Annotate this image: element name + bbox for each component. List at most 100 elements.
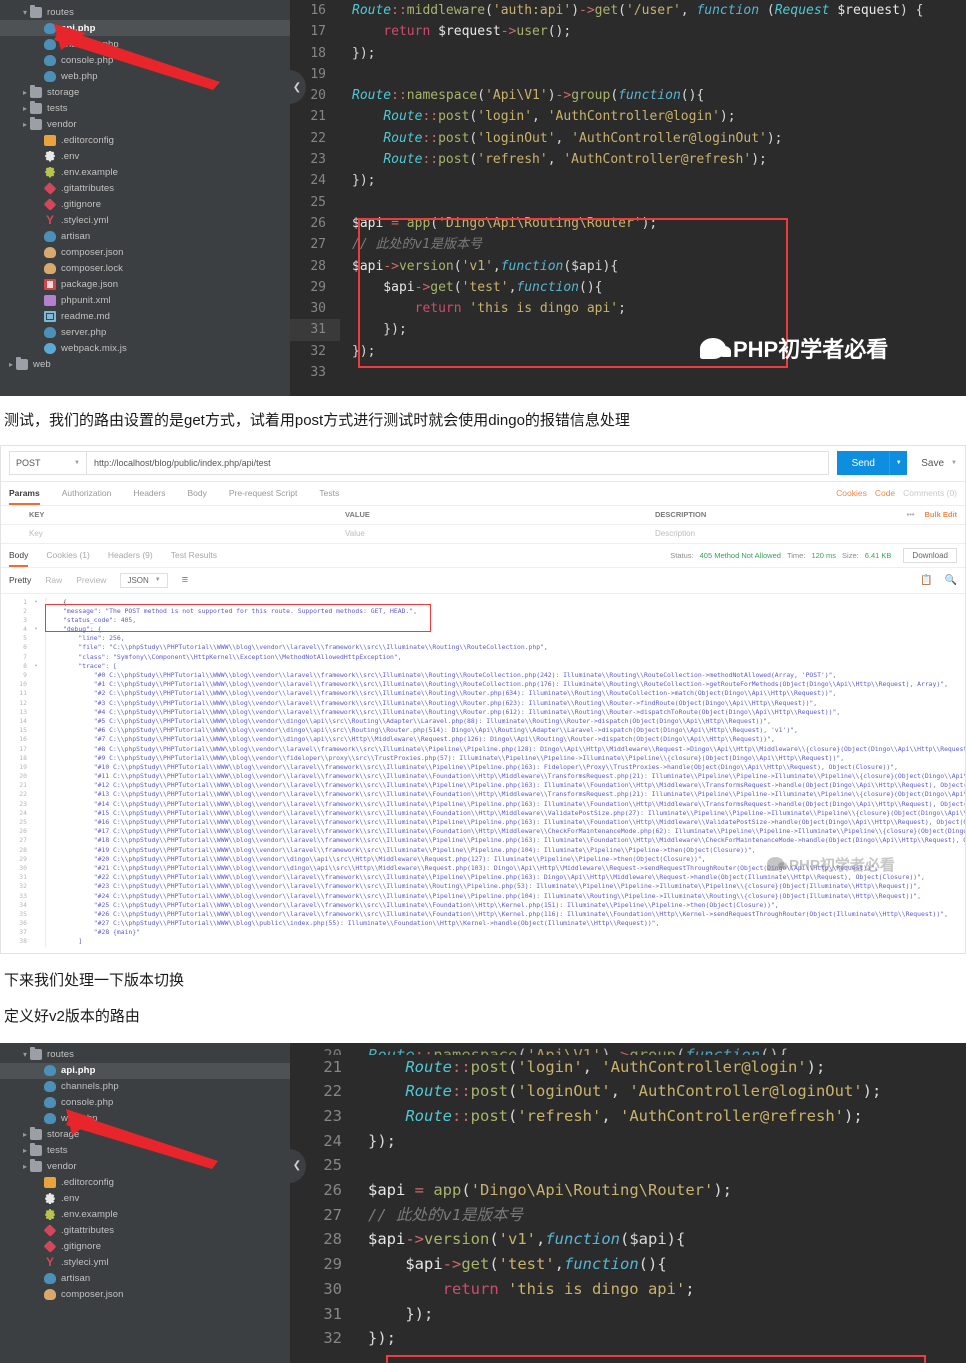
code-line[interactable]: 29 $api->get('test',function(){ bbox=[290, 277, 966, 298]
code-line[interactable]: 30 return 'this is dingo api'; bbox=[290, 298, 966, 319]
json-fold-toggle[interactable]: ▾ bbox=[31, 598, 41, 607]
tree-item-styleci-yml[interactable]: .styleci.yml bbox=[0, 1255, 290, 1271]
tab-pretty[interactable]: Pretty bbox=[9, 575, 31, 585]
tree-item-gitignore[interactable]: .gitignore bbox=[0, 1239, 290, 1255]
code-line[interactable]: 25 bbox=[290, 192, 966, 213]
project-file-tree-top[interactable]: routes api.php channels.php console.php web.… bbox=[0, 0, 290, 396]
tree-item-styleci-yml[interactable]: .styleci.yml bbox=[0, 212, 290, 228]
link-code[interactable]: Code bbox=[875, 488, 895, 498]
tree-item-routes[interactable]: routes bbox=[0, 1047, 290, 1063]
tree-item-artisan[interactable]: artisan bbox=[0, 228, 290, 244]
code-line[interactable]: 32}); bbox=[290, 1326, 966, 1351]
send-button[interactable]: Send bbox=[837, 451, 890, 475]
tree-item-editorconfig[interactable]: .editorconfig bbox=[0, 132, 290, 148]
param-key-input[interactable]: Key bbox=[1, 529, 337, 538]
tab-test-results[interactable]: Test Results bbox=[171, 543, 217, 567]
tree-item-env-example[interactable]: .env.example bbox=[0, 1207, 290, 1223]
chevron-right-icon[interactable] bbox=[20, 88, 30, 97]
tree-item-gitignore[interactable]: .gitignore bbox=[0, 196, 290, 212]
chevron-down-icon[interactable] bbox=[20, 1050, 30, 1059]
code-line[interactable]: 27 // 此处的v1是版本号 bbox=[290, 234, 966, 255]
json-fold-toggle[interactable]: ▾ bbox=[31, 625, 41, 634]
code-line[interactable]: 19 bbox=[290, 64, 966, 85]
link-comments-0[interactable]: Comments (0) bbox=[903, 488, 957, 498]
chevron-right-icon[interactable] bbox=[20, 104, 30, 113]
chevron-right-icon[interactable] bbox=[20, 1130, 30, 1139]
tree-item-storage[interactable]: storage bbox=[0, 84, 290, 100]
code-line[interactable]: 22 Route::post('loginOut', 'AuthControll… bbox=[290, 1079, 966, 1104]
copy-icon[interactable]: 📋 bbox=[920, 575, 932, 586]
tree-item-console-php[interactable]: console.php bbox=[0, 52, 290, 68]
tree-item-web-php[interactable]: web.php bbox=[0, 68, 290, 84]
tree-item-tests[interactable]: tests bbox=[0, 1143, 290, 1159]
chevron-right-icon[interactable] bbox=[20, 1146, 30, 1155]
code-line[interactable]: 22 Route::post('loginOut', 'AuthControll… bbox=[290, 128, 966, 149]
code-line[interactable]: 31 }); bbox=[290, 1302, 966, 1327]
tab-authorization[interactable]: Authorization bbox=[62, 481, 112, 505]
code-line[interactable]: 20 Route::namespace('Api\V1')->group(func… bbox=[290, 1043, 966, 1055]
tree-item-gitattributes[interactable]: .gitattributes bbox=[0, 180, 290, 196]
tab-body[interactable]: Body bbox=[9, 543, 29, 567]
tab-raw[interactable]: Raw bbox=[45, 575, 62, 585]
tree-item-vendor[interactable]: vendor bbox=[0, 116, 290, 132]
tree-item-env-example[interactable]: .env.example bbox=[0, 164, 290, 180]
tree-item-tests[interactable]: tests bbox=[0, 100, 290, 116]
code-line[interactable]: 33 bbox=[290, 362, 966, 383]
tree-item-editorconfig[interactable]: .editorconfig bbox=[0, 1175, 290, 1191]
tab-params[interactable]: Params bbox=[9, 481, 40, 505]
tree-item-vendor[interactable]: vendor bbox=[0, 1159, 290, 1175]
word-wrap-icon[interactable]: ≡ bbox=[182, 574, 188, 586]
code-line[interactable]: 28 $api->version('v1',function($api){ bbox=[290, 1227, 966, 1252]
project-file-tree-bottom[interactable]: routes api.php channels.php console.php web.… bbox=[0, 1042, 290, 1363]
tree-item-composer-json[interactable]: composer.json bbox=[0, 244, 290, 260]
tab-tests[interactable]: Tests bbox=[319, 481, 339, 505]
code-line[interactable]: 24}); bbox=[290, 170, 966, 191]
tree-item-phpunit-xml[interactable]: phpunit.xml bbox=[0, 292, 290, 308]
tab-body[interactable]: Body bbox=[187, 481, 206, 505]
tree-item-artisan[interactable]: artisan bbox=[0, 1271, 290, 1287]
tree-item-composer-lock[interactable]: composer.lock bbox=[0, 260, 290, 276]
tree-item-storage[interactable]: storage bbox=[0, 1127, 290, 1143]
chevron-down-icon[interactable] bbox=[20, 8, 30, 17]
tree-item-gitattributes[interactable]: .gitattributes bbox=[0, 1223, 290, 1239]
tree-item-channels-php[interactable]: channels.php bbox=[0, 1079, 290, 1095]
tree-item-console-php[interactable]: console.php bbox=[0, 1095, 290, 1111]
response-body-json[interactable]: 1 ▾ {2 "message": "The POST method is not s… bbox=[1, 593, 965, 953]
tab-headers-9[interactable]: Headers (9) bbox=[108, 543, 153, 567]
code-line[interactable]: 21 Route::post('login', 'AuthController@… bbox=[290, 1055, 966, 1080]
code-line[interactable]: 17 return $request->user(); bbox=[290, 21, 966, 42]
tree-item-web-php[interactable]: web.php bbox=[0, 1111, 290, 1127]
code-line[interactable]: 30 return 'this is dingo api'; bbox=[290, 1277, 966, 1302]
save-button[interactable]: Save ▼ bbox=[921, 458, 957, 469]
tree-item-package-json[interactable]: package.json bbox=[0, 276, 290, 292]
tree-item-api-php[interactable]: api.php bbox=[0, 20, 290, 36]
param-description-input[interactable]: Description bbox=[647, 529, 879, 538]
search-icon[interactable]: 🔍 bbox=[945, 575, 957, 586]
tree-item-webpack-mix-js[interactable]: webpack.mix.js bbox=[0, 340, 290, 356]
tree-item-env[interactable]: .env bbox=[0, 148, 290, 164]
tree-item-readme-md[interactable]: readme.md bbox=[0, 308, 290, 324]
tree-item-web[interactable]: web bbox=[0, 356, 290, 372]
send-options-button[interactable]: ▼ bbox=[889, 451, 908, 475]
tree-item-routes[interactable]: routes bbox=[0, 4, 290, 20]
http-method-select[interactable]: POST ▼ bbox=[9, 451, 87, 475]
tab-pre-request-script[interactable]: Pre-request Script bbox=[229, 481, 298, 505]
code-line[interactable]: 23 Route::post('refresh', 'AuthControlle… bbox=[290, 149, 966, 170]
code-line[interactable]: 23 Route::post('refresh', 'AuthControlle… bbox=[290, 1104, 966, 1129]
code-line[interactable]: 20 Route::namespace('Api\V1')->group(func… bbox=[290, 85, 966, 106]
code-line[interactable]: 26 $api = app('Dingo\Api\Routing\Router')… bbox=[290, 1178, 966, 1203]
request-url-input[interactable]: http://localhost/blog/public/index.php/a… bbox=[87, 451, 830, 475]
json-fold-toggle[interactable]: ▾ bbox=[31, 662, 41, 671]
tree-item-server-php[interactable]: server.php bbox=[0, 324, 290, 340]
tab-preview[interactable]: Preview bbox=[76, 575, 106, 585]
download-button[interactable]: Download bbox=[903, 547, 957, 563]
code-editor-bottom[interactable]: 20 Route::namespace('Api\V1')->group(func… bbox=[290, 1042, 966, 1363]
tab-headers[interactable]: Headers bbox=[133, 481, 165, 505]
more-options-icon[interactable]: ••• bbox=[907, 510, 915, 519]
params-table-row[interactable]: Key Value Description bbox=[1, 525, 965, 544]
code-line[interactable]: 24}); bbox=[290, 1129, 966, 1154]
tree-item-composer-json[interactable]: composer.json bbox=[0, 1287, 290, 1303]
tree-item-api-php[interactable]: api.php bbox=[0, 1062, 290, 1079]
chevron-right-icon[interactable] bbox=[20, 120, 30, 129]
code-line[interactable]: 25 bbox=[290, 1153, 966, 1178]
